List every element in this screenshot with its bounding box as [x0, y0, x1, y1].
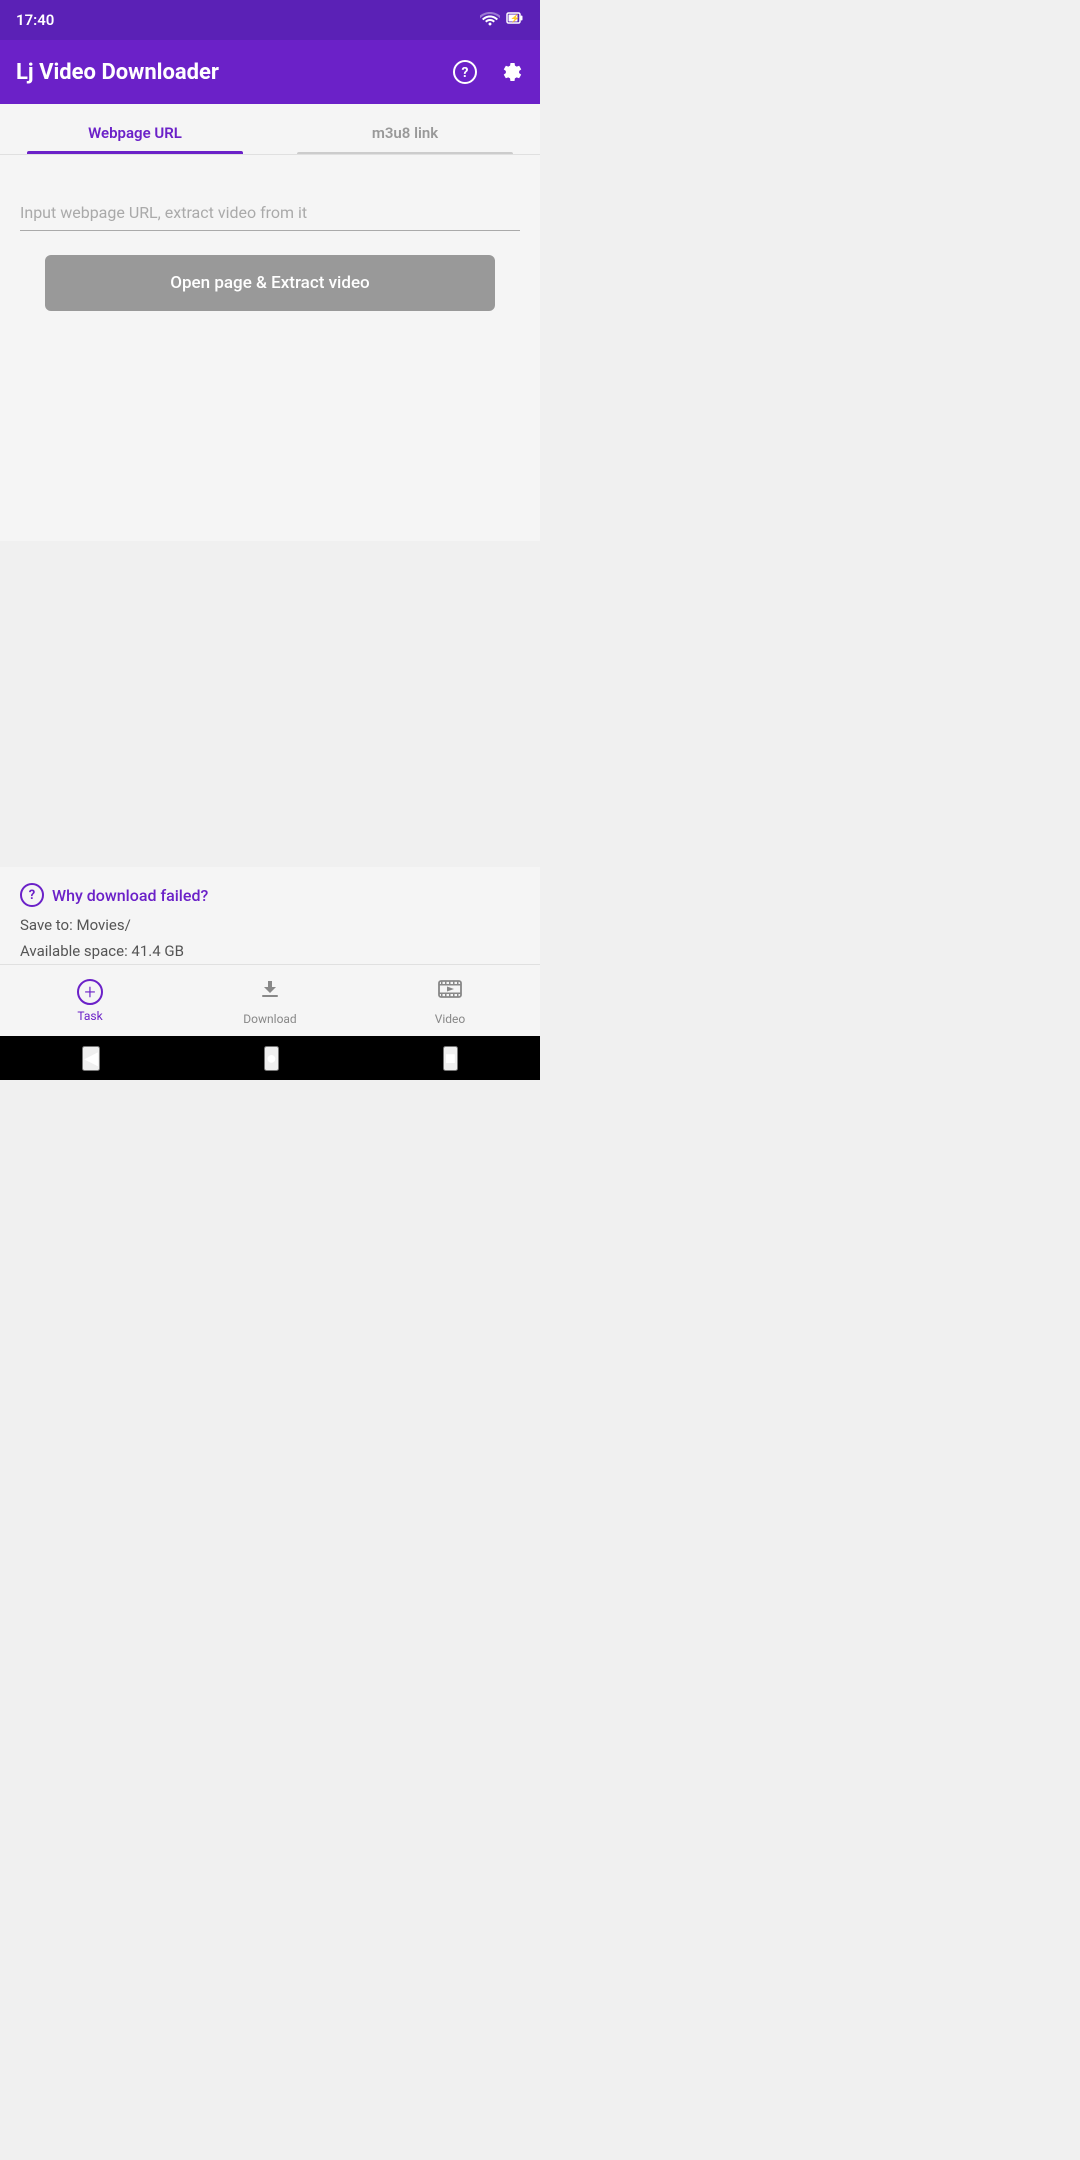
save-info: Save to: Movies/ Available space: 41.4 G…: [20, 913, 520, 964]
nav-item-video[interactable]: Video: [360, 976, 540, 1026]
url-input-container[interactable]: [20, 195, 520, 231]
why-failed-icon: ?: [20, 883, 44, 907]
film-icon: [437, 976, 463, 1008]
app-title: Lj Video Downloader: [16, 60, 219, 85]
bottom-nav: + Task Download: [0, 964, 540, 1036]
main-area: Open page & Extract video ? Why download…: [0, 155, 540, 964]
status-icons: ⚡: [480, 10, 524, 30]
content-spacer: [0, 541, 540, 867]
home-button[interactable]: ●: [264, 1046, 279, 1071]
nav-label-video: Video: [435, 1012, 466, 1026]
url-input[interactable]: [20, 203, 520, 222]
status-time: 17:40: [16, 11, 54, 29]
wifi-icon: [480, 10, 500, 30]
add-circle-icon: +: [77, 979, 103, 1005]
tab-webpage-url[interactable]: Webpage URL: [0, 108, 270, 154]
tabs-bar: Webpage URL m3u8 link: [0, 104, 540, 155]
extract-button[interactable]: Open page & Extract video: [45, 255, 495, 311]
status-bar: 17:40 ⚡: [0, 0, 540, 40]
app-bar-actions: ?: [452, 59, 524, 85]
download-icon: [257, 976, 283, 1008]
settings-button[interactable]: [498, 59, 524, 85]
battery-icon: ⚡: [506, 10, 524, 30]
main-content: Open page & Extract video: [0, 155, 540, 541]
help-button[interactable]: ?: [452, 59, 478, 85]
nav-item-download[interactable]: Download: [180, 976, 360, 1026]
svg-text:⚡: ⚡: [510, 13, 520, 23]
why-failed-link[interactable]: ? Why download failed?: [20, 883, 520, 907]
app-bar: Lj Video Downloader ?: [0, 40, 540, 104]
nav-label-download: Download: [243, 1012, 296, 1026]
bottom-info: ? Why download failed? Save to: Movies/ …: [0, 867, 540, 964]
system-nav: ◀ ● ■: [0, 1036, 540, 1080]
nav-label-task: Task: [77, 1009, 102, 1023]
nav-item-task[interactable]: + Task: [0, 979, 180, 1023]
recent-button[interactable]: ■: [443, 1046, 458, 1071]
svg-text:?: ?: [462, 65, 469, 81]
back-button[interactable]: ◀: [82, 1046, 100, 1071]
tab-m3u8-link[interactable]: m3u8 link: [270, 108, 540, 154]
